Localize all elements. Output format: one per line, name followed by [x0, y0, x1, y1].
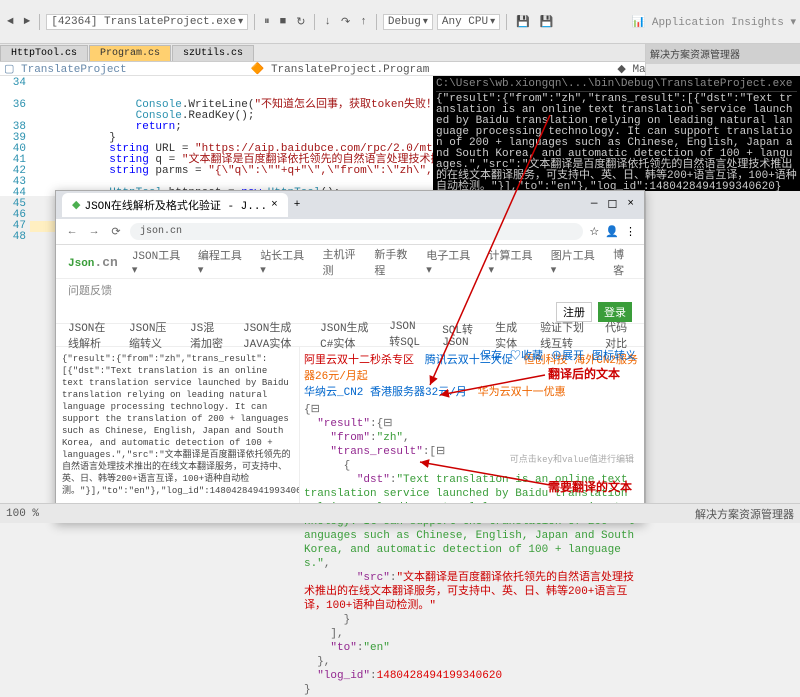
tab-szutils[interactable]: szUtils.cs	[172, 45, 254, 61]
solution-explorer-tab[interactable]: 解决方案资源管理器	[695, 506, 794, 522]
nav-fwd-icon[interactable]: ►	[21, 15, 34, 29]
menu-icon[interactable]: ⋮	[625, 225, 636, 239]
tab-program[interactable]: Program.cs	[89, 45, 171, 61]
json-input[interactable]: {"result":{"from":"zh","trans_result":[{…	[56, 347, 299, 517]
step-into-icon[interactable]: ↓	[321, 15, 334, 29]
browser-window: ◆ JSON在线解析及格式化验证 - J... × + — ☐ × ← → ⟳ …	[55, 190, 645, 523]
browser-tabbar: ◆ JSON在线解析及格式化验证 - J... × + — ☐ ×	[56, 191, 644, 219]
favicon-icon: ◆	[72, 198, 80, 212]
step-out-icon[interactable]: ↑	[357, 15, 370, 29]
app-insights[interactable]: 📊 Application Insights ▾	[632, 15, 796, 29]
anycpu-config[interactable]: Any CPU ▾	[437, 14, 500, 30]
star-icon[interactable]: ☆	[589, 225, 599, 239]
browser-tab[interactable]: ◆ JSON在线解析及格式化验证 - J... ×	[62, 193, 288, 217]
restart-icon[interactable]: ↻	[293, 14, 308, 30]
step-over-icon[interactable]: ↷	[338, 14, 353, 30]
pause-icon[interactable]: ⏸	[261, 15, 273, 29]
save-btn[interactable]: 保存	[478, 347, 504, 363]
console-title: C:\Users\wb.xiongqn\...\bin\Debug\Transl…	[436, 79, 797, 92]
browser-addressbar: ← → ⟳ json.cn ☆ 👤 ⋮	[56, 219, 644, 245]
nav-tutorial[interactable]: 新手教程	[374, 246, 412, 278]
site-subheader: 问题反馈	[56, 279, 644, 301]
solution-explorer-header: 解决方案资源管理器	[646, 44, 800, 64]
stop-icon[interactable]: ■	[277, 15, 290, 29]
escape-btn[interactable]: 图标转义	[590, 347, 638, 363]
process-dropdown[interactable]: [42364] TranslateProject.exe ▾	[46, 14, 248, 30]
annotation-source: 需要翻译的文本	[548, 478, 632, 495]
close-tab-icon[interactable]: ×	[271, 199, 278, 211]
ad-link[interactable]: 华纳云_CN2 香港服务器32元/月	[304, 387, 467, 399]
json-tree[interactable]: {⊟ "result":{⊟ "from":"zh", "trans_resul…	[304, 403, 640, 697]
site-logo[interactable]: Json.cn	[68, 252, 118, 272]
maximize-icon[interactable]: ☐	[608, 198, 618, 212]
ad-link[interactable]: 阿里云双十二秒杀专区	[304, 355, 414, 367]
feedback-link[interactable]: 问题反馈	[68, 282, 112, 298]
edit-hint: 可点击key和value值进行编辑	[510, 453, 634, 467]
back-icon[interactable]: ←	[64, 224, 80, 240]
nav-img[interactable]: 图片工具 ▾	[551, 247, 599, 277]
new-tab-icon[interactable]: +	[294, 199, 301, 211]
console-text: {"result":{"from":"zh","trans_result":[{…	[436, 94, 797, 191]
nav-host[interactable]: 主机评测	[322, 246, 360, 278]
json-toolbar: 保存 ♡收藏 ⊕展开 图标转义	[478, 347, 638, 363]
nav-json[interactable]: JSON工具 ▾	[132, 247, 184, 277]
save-icon[interactable]: 💾	[513, 14, 533, 30]
account-icon[interactable]: 👤	[605, 225, 619, 239]
breadcrumb-ns[interactable]: 🔶 TranslateProject.Program	[251, 62, 434, 76]
nav-webmaster[interactable]: 站长工具 ▾	[260, 247, 308, 277]
fav-btn[interactable]: ♡收藏	[508, 347, 545, 363]
forward-icon[interactable]: →	[86, 224, 102, 240]
nav-code[interactable]: 编程工具 ▾	[198, 247, 246, 277]
saveall-icon[interactable]: 💾	[537, 14, 557, 30]
nav-back-icon[interactable]: ◄	[4, 15, 17, 29]
annotation-translated: 翻译后的文本	[548, 365, 620, 382]
nav-elec[interactable]: 电子工具 ▾	[426, 247, 474, 277]
site-header: Json.cn JSON工具 ▾ 编程工具 ▾ 站长工具 ▾ 主机评测 新手教程…	[56, 245, 644, 279]
nav-calc[interactable]: 计算工具 ▾	[489, 247, 537, 277]
reload-icon[interactable]: ⟳	[108, 224, 124, 240]
ad-link[interactable]: 华为云双十一优惠	[478, 387, 566, 399]
debug-config[interactable]: Debug ▾	[383, 14, 433, 30]
vs-statusbar: 100 % 解决方案资源管理器	[0, 503, 800, 523]
address-input[interactable]: json.cn	[130, 223, 583, 240]
minimize-icon[interactable]: —	[591, 198, 598, 212]
project-node[interactable]: ▢ TranslateProject	[4, 62, 131, 76]
close-icon[interactable]: ×	[627, 198, 634, 212]
line-gutter: 34363839404142434445464748	[0, 76, 30, 196]
vs-toolbar: ◄ ► [42364] TranslateProject.exe ▾ ⏸ ■ ↻…	[0, 0, 800, 44]
expand-btn[interactable]: ⊕展开	[549, 347, 586, 363]
nav-blog[interactable]: 博客	[613, 246, 632, 278]
console-output: C:\Users\wb.xiongqn\...\bin\Debug\Transl…	[433, 76, 800, 191]
tab-httpTool[interactable]: HttpTool.cs	[0, 45, 88, 61]
tool-tabs: JSON在线解析 JSON压缩转义 JS混淆加密 JSON生成JAVA实体 JS…	[56, 323, 644, 347]
